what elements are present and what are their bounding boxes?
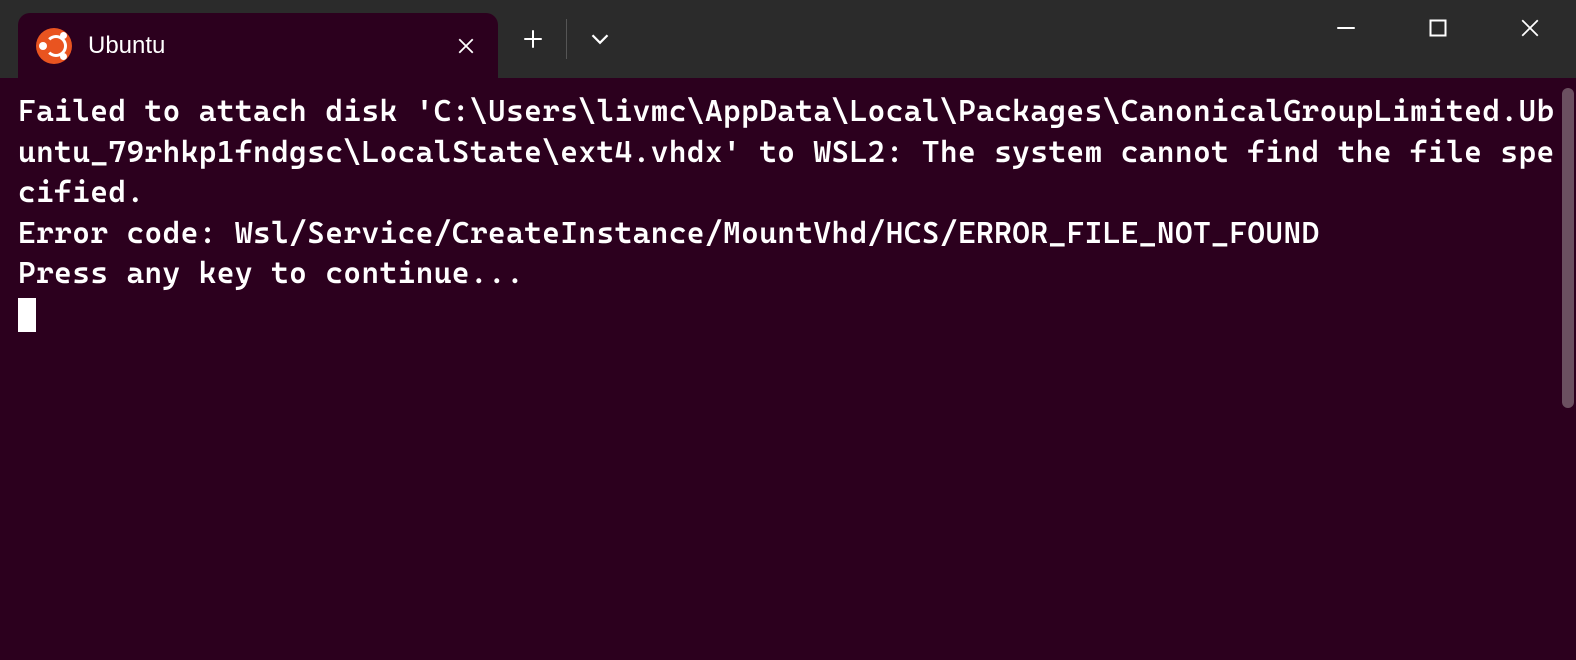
titlebar: Ubuntu — [0, 0, 1576, 78]
close-icon — [457, 37, 475, 55]
maximize-button[interactable] — [1392, 0, 1484, 56]
terminal-cursor — [18, 298, 36, 332]
plus-icon — [523, 29, 543, 49]
maximize-icon — [1428, 18, 1448, 38]
terminal-output: Failed to attach disk 'C:\Users\livmc\Ap… — [18, 92, 1558, 335]
terminal-line: Press any key to continue... — [18, 256, 524, 291]
separator — [566, 19, 567, 59]
terminal-line: Failed to attach disk 'C:\Users\livmc\Ap… — [18, 94, 1555, 210]
tab-strip-controls — [502, 0, 631, 78]
terminal-line: Error code: Wsl/Service/CreateInstance/M… — [18, 216, 1320, 251]
terminal-body[interactable]: Failed to attach disk 'C:\Users\livmc\Ap… — [0, 78, 1576, 660]
tab-ubuntu[interactable]: Ubuntu — [18, 13, 498, 78]
scrollbar-thumb[interactable] — [1562, 88, 1574, 408]
minimize-icon — [1336, 18, 1356, 38]
close-window-button[interactable] — [1484, 0, 1576, 56]
tab-title: Ubuntu — [88, 32, 436, 60]
chevron-down-icon — [590, 29, 610, 49]
ubuntu-logo-icon — [36, 28, 72, 64]
close-icon — [1520, 18, 1540, 38]
window-controls — [1300, 0, 1576, 56]
close-tab-button[interactable] — [452, 32, 480, 60]
minimize-button[interactable] — [1300, 0, 1392, 56]
new-tab-button[interactable] — [502, 0, 564, 78]
tab-dropdown-button[interactable] — [569, 0, 631, 78]
